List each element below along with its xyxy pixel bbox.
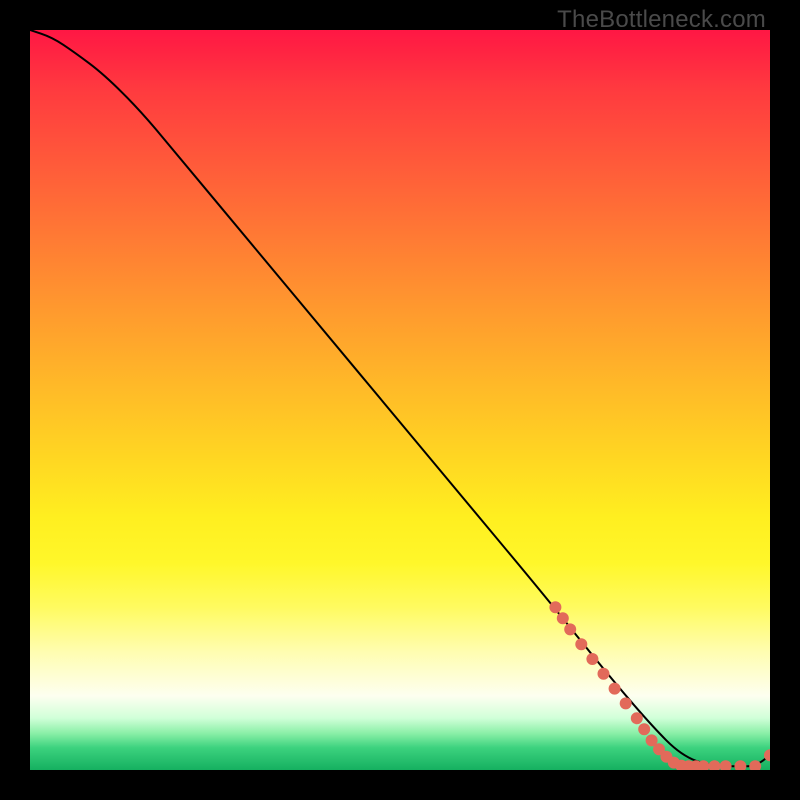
data-marker [609, 683, 621, 695]
data-marker [631, 712, 643, 724]
data-marker [638, 723, 650, 735]
marker-group [549, 601, 770, 770]
chart-svg [30, 30, 770, 770]
chart-container: TheBottleneck.com [0, 0, 800, 800]
data-marker [749, 760, 761, 770]
data-marker [549, 601, 561, 613]
data-marker [586, 653, 598, 665]
data-marker [557, 612, 569, 624]
data-marker [564, 623, 576, 635]
data-marker [734, 760, 746, 770]
bottleneck-curve [30, 30, 770, 766]
data-marker [709, 760, 721, 770]
data-marker [720, 760, 732, 770]
data-marker [598, 668, 610, 680]
plot-area [30, 30, 770, 770]
data-marker [620, 697, 632, 709]
data-marker [575, 638, 587, 650]
